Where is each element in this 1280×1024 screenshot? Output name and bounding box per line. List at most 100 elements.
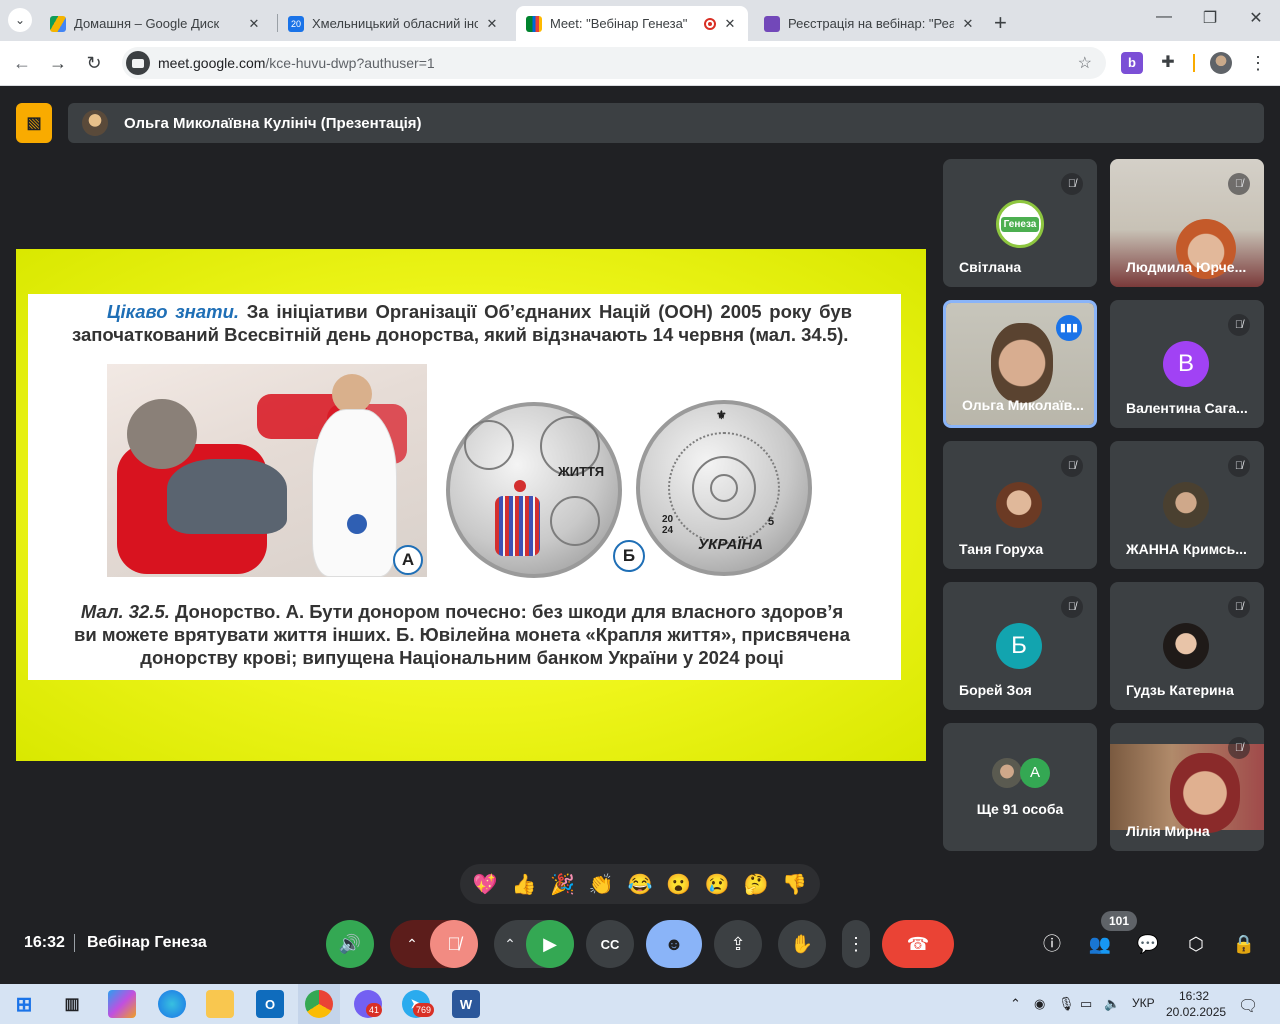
camera-toggle-button[interactable]: ▶: [526, 920, 574, 968]
coin-obverse: ⚜ 20 24 5 УКРАЇНА: [636, 400, 812, 576]
site-info-icon[interactable]: [126, 51, 150, 75]
close-icon[interactable]: ✕: [246, 16, 262, 32]
reaction-laughing[interactable]: 😂: [622, 872, 658, 897]
presentation-icon[interactable]: ▧: [16, 103, 52, 143]
participant-avatar: А: [1020, 758, 1050, 788]
meeting-title: Вебінар Генеза: [87, 934, 207, 951]
tab-title: Реєстрація на вебінар: "Реаліз: [788, 16, 954, 31]
reaction-thumbs-up[interactable]: 👍: [506, 872, 542, 897]
reaction-thinking[interactable]: 🤔: [738, 872, 774, 897]
more-options-button[interactable]: ⋮: [842, 920, 870, 968]
tray-camera-icon[interactable]: ◉: [1034, 996, 1045, 1012]
raise-hand-button[interactable]: ✋: [778, 920, 826, 968]
reaction-thumbs-down[interactable]: 👎: [777, 872, 813, 897]
tab-search-button[interactable]: ⌄: [8, 8, 32, 32]
donor-photo: А: [107, 364, 427, 577]
participant-tile-svitlana[interactable]: Генеза 🎙̸ Світлана: [943, 159, 1097, 287]
others-tile[interactable]: А Ще 91 особа: [943, 723, 1097, 851]
mic-off-icon: 🎙̸: [1228, 455, 1250, 477]
participant-tile-olha[interactable]: ▮▮▮ Ольга Миколаїв...: [943, 300, 1097, 428]
participant-name: Людмила Юрче...: [1126, 259, 1247, 275]
browser-tab-institute[interactable]: 20 Хмельницький обласний інсти ✕: [278, 6, 510, 41]
closed-captions-icon: CC: [600, 936, 620, 952]
bookmark-star-icon[interactable]: ☆: [1078, 53, 1092, 73]
hand-icon: ✋: [790, 933, 814, 954]
tab-title: Хмельницький обласний інсти: [312, 16, 478, 31]
participant-tile-tania[interactable]: 🎙̸ Таня Горуха: [943, 441, 1097, 569]
coin-country: УКРАЇНА: [698, 536, 764, 553]
task-view-icon[interactable]: ▥: [58, 990, 86, 1018]
reaction-surprised[interactable]: 😮: [661, 872, 697, 897]
shared-screen: Цікаво знати. За ініціативи Організації …: [16, 249, 926, 761]
mic-off-icon: 🎙̸: [1228, 314, 1250, 336]
participant-name: Світлана: [959, 259, 1022, 275]
browser-tab-drive[interactable]: Домашня – Google Диск ✕: [40, 6, 272, 41]
window-close-icon[interactable]: ✕: [1244, 8, 1268, 28]
slide-paragraph: Цікаво знати. За ініціативи Організації …: [72, 301, 852, 345]
activities-icon[interactable]: ⬡: [1182, 930, 1210, 958]
menu-kebab-icon[interactable]: ⋮: [1247, 52, 1269, 74]
participant-avatar: В: [1163, 341, 1209, 387]
participant-tile-zoia[interactable]: Б 🎙̸ Борей Зоя: [943, 582, 1097, 710]
tray-language[interactable]: УКР: [1132, 996, 1155, 1010]
participant-tile-kateryna[interactable]: 🎙̸ Гудзь Катерина: [1110, 582, 1264, 710]
camera-options-button[interactable]: ⌃: [496, 928, 524, 960]
participant-tile-liudmyla[interactable]: 🎙̸ Людмила Юрче...: [1110, 159, 1264, 287]
chevron-up-icon: ⌃: [504, 935, 516, 952]
outlook-icon[interactable]: O: [256, 990, 284, 1018]
label-b: Б: [613, 540, 645, 572]
participant-name: Ольга Миколаїв...: [962, 397, 1084, 413]
tray-mic-icon[interactable]: 🎙: [1058, 996, 1075, 1012]
word-icon[interactable]: W: [452, 990, 480, 1018]
edge-icon[interactable]: [158, 990, 186, 1018]
participant-avatar: Б: [996, 623, 1042, 669]
presenter-banner[interactable]: Ольга Миколаївна Кулініч (Презентація): [68, 103, 1264, 143]
taskbar-clock[interactable]: 16:32 20.02.2025: [1166, 988, 1226, 1020]
participant-tile-liliia[interactable]: 🎙̸ Лілія Мирна: [1110, 723, 1264, 851]
reactions-button[interactable]: ☻: [646, 920, 702, 968]
tray-volume-icon[interactable]: 🔈: [1104, 996, 1120, 1012]
extension-b-icon[interactable]: b: [1121, 52, 1143, 74]
speaker-button[interactable]: 🔊: [326, 920, 374, 968]
reaction-crying[interactable]: 😢: [699, 872, 735, 897]
close-icon[interactable]: ✕: [722, 16, 738, 32]
windows-taskbar: ⊞ ▥ O 41 ➤ 769 W ⌃ ◉ 🎙 ▭ 🔈 УКР 🗨: [0, 984, 1280, 1024]
restore-icon[interactable]: ❐: [1198, 8, 1222, 28]
address-bar[interactable]: meet.google.com/kce-huvu-dwp?authuser=1 …: [122, 47, 1106, 79]
profile-avatar[interactable]: [1210, 52, 1232, 74]
captions-button[interactable]: CC: [586, 920, 634, 968]
close-icon[interactable]: ✕: [960, 16, 976, 32]
browser-tab-meet[interactable]: Meet: "Вебінар Генеза" ✕: [516, 6, 748, 41]
present-screen-button[interactable]: ⇪: [714, 920, 762, 968]
participant-tile-valentyna[interactable]: В 🎙̸ Валентина Сага...: [1110, 300, 1264, 428]
mic-off-icon: 🎙̸: [1061, 455, 1083, 477]
leave-call-button[interactable]: ☎: [882, 920, 954, 968]
mic-options-button[interactable]: ⌃: [396, 928, 428, 960]
host-controls-icon[interactable]: 🔒: [1230, 930, 1258, 958]
meeting-info-icon[interactable]: ⓘ: [1038, 930, 1066, 958]
tray-chevron-icon[interactable]: ⌃: [1010, 996, 1021, 1012]
reaction-party-popper[interactable]: 🎉: [545, 872, 581, 897]
reload-icon[interactable]: ↻: [82, 51, 106, 75]
minimize-icon[interactable]: —: [1152, 8, 1176, 26]
mic-off-icon: 🎙̸: [1061, 596, 1083, 618]
reaction-clapping[interactable]: 👏: [583, 872, 619, 897]
mic-toggle-button[interactable]: 🎙̸: [430, 920, 478, 968]
tray-network-icon[interactable]: ▭: [1080, 996, 1092, 1012]
forward-icon[interactable]: →: [46, 51, 70, 75]
reaction-sparkling-heart[interactable]: 💖: [467, 872, 503, 897]
chrome-icon[interactable]: [305, 990, 333, 1018]
notifications-icon[interactable]: 🗨: [1238, 996, 1258, 1016]
participant-tile-zhanna[interactable]: 🎙̸ ЖАННА Кримсь...: [1110, 441, 1264, 569]
coin-value: 5: [768, 516, 775, 528]
back-icon[interactable]: ←: [10, 51, 34, 75]
people-icon[interactable]: 👥: [1086, 930, 1114, 958]
windows-start-icon[interactable]: ⊞: [10, 990, 38, 1018]
browser-tab-forms[interactable]: Реєстрація на вебінар: "Реаліз ✕: [754, 6, 986, 41]
new-tab-button[interactable]: +: [994, 10, 1007, 36]
copilot-icon[interactable]: [108, 990, 136, 1018]
extensions-puzzle-icon[interactable]: ✚: [1157, 52, 1179, 74]
chat-icon[interactable]: 💬: [1134, 930, 1162, 958]
close-icon[interactable]: ✕: [484, 16, 500, 32]
file-explorer-icon[interactable]: [206, 990, 234, 1018]
